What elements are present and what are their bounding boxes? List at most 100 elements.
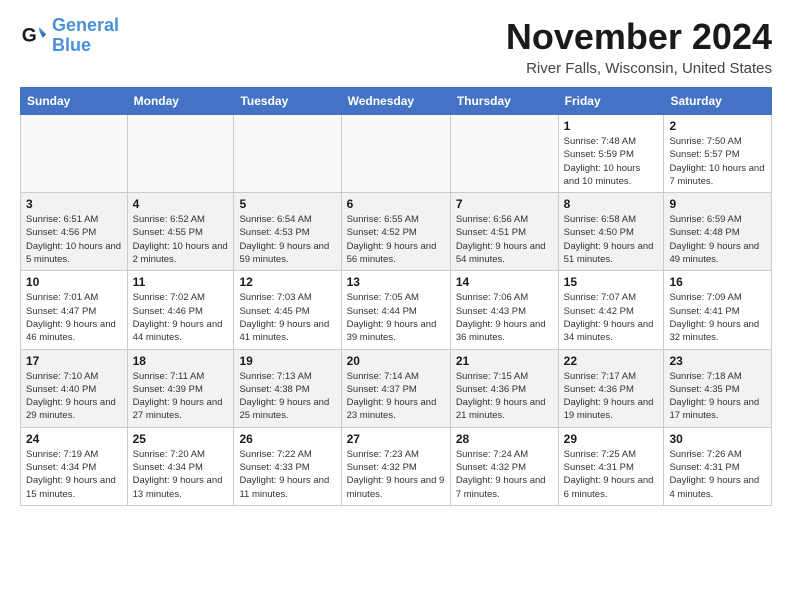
calendar-cell: 26 Sunrise: 7:22 AM Sunset: 4:33 PM Dayli… bbox=[234, 427, 341, 505]
day-number: 17 bbox=[26, 354, 122, 368]
day-info: Sunrise: 7:02 AM Sunset: 4:46 PM Dayligh… bbox=[133, 291, 229, 344]
calendar-cell: 28 Sunrise: 7:24 AM Sunset: 4:32 PM Dayli… bbox=[450, 427, 558, 505]
day-number: 22 bbox=[564, 354, 659, 368]
calendar-cell: 12 Sunrise: 7:03 AM Sunset: 4:45 PM Dayli… bbox=[234, 271, 341, 349]
calendar-cell: 24 Sunrise: 7:19 AM Sunset: 4:34 PM Dayli… bbox=[21, 427, 128, 505]
day-info: Sunrise: 7:18 AM Sunset: 4:35 PM Dayligh… bbox=[669, 370, 766, 423]
location-subtitle: River Falls, Wisconsin, United States bbox=[506, 60, 772, 77]
calendar-week-row: 24 Sunrise: 7:19 AM Sunset: 4:34 PM Dayli… bbox=[21, 427, 772, 505]
weekday-header-monday: Monday bbox=[127, 88, 234, 115]
day-number: 8 bbox=[564, 197, 659, 211]
calendar-cell: 11 Sunrise: 7:02 AM Sunset: 4:46 PM Dayli… bbox=[127, 271, 234, 349]
day-number: 9 bbox=[669, 197, 766, 211]
weekday-header-tuesday: Tuesday bbox=[234, 88, 341, 115]
calendar-week-row: 17 Sunrise: 7:10 AM Sunset: 4:40 PM Dayli… bbox=[21, 349, 772, 427]
calendar-week-row: 1 Sunrise: 7:48 AM Sunset: 5:59 PM Daylig… bbox=[21, 115, 772, 193]
day-info: Sunrise: 7:05 AM Sunset: 4:44 PM Dayligh… bbox=[347, 291, 445, 344]
day-info: Sunrise: 7:50 AM Sunset: 5:57 PM Dayligh… bbox=[669, 135, 766, 188]
day-info: Sunrise: 7:24 AM Sunset: 4:32 PM Dayligh… bbox=[456, 448, 553, 501]
calendar-cell: 13Sunrise: 7:05 AM Sunset: 4:44 PM Dayli… bbox=[341, 271, 450, 349]
calendar-cell: 1 Sunrise: 7:48 AM Sunset: 5:59 PM Daylig… bbox=[558, 115, 664, 193]
weekday-header-row: SundayMondayTuesdayWednesdayThursdayFrid… bbox=[21, 88, 772, 115]
calendar-cell: 14Sunrise: 7:06 AM Sunset: 4:43 PM Dayli… bbox=[450, 271, 558, 349]
calendar-cell: 20 Sunrise: 7:14 AM Sunset: 4:37 PM Dayli… bbox=[341, 349, 450, 427]
day-number: 28 bbox=[456, 432, 553, 446]
day-number: 19 bbox=[239, 354, 335, 368]
day-number: 2 bbox=[669, 119, 766, 133]
day-info: Sunrise: 7:10 AM Sunset: 4:40 PM Dayligh… bbox=[26, 370, 122, 423]
day-number: 25 bbox=[133, 432, 229, 446]
calendar-table: SundayMondayTuesdayWednesdayThursdayFrid… bbox=[20, 87, 772, 506]
calendar-cell: 17 Sunrise: 7:10 AM Sunset: 4:40 PM Dayli… bbox=[21, 349, 128, 427]
day-info: Sunrise: 6:51 AM Sunset: 4:56 PM Dayligh… bbox=[26, 213, 122, 266]
day-number: 6 bbox=[347, 197, 445, 211]
calendar-cell bbox=[234, 115, 341, 193]
day-number: 18 bbox=[133, 354, 229, 368]
day-info: Sunrise: 6:56 AM Sunset: 4:51 PM Dayligh… bbox=[456, 213, 553, 266]
day-number: 4 bbox=[133, 197, 229, 211]
day-info: Sunrise: 7:26 AM Sunset: 4:31 PM Dayligh… bbox=[669, 448, 766, 501]
day-info: Sunrise: 7:19 AM Sunset: 4:34 PM Dayligh… bbox=[26, 448, 122, 501]
calendar-cell bbox=[127, 115, 234, 193]
calendar-week-row: 10Sunrise: 7:01 AM Sunset: 4:47 PM Dayli… bbox=[21, 271, 772, 349]
logo: G General Blue bbox=[20, 16, 119, 56]
day-number: 23 bbox=[669, 354, 766, 368]
day-number: 24 bbox=[26, 432, 122, 446]
calendar-cell: 2 Sunrise: 7:50 AM Sunset: 5:57 PM Daylig… bbox=[664, 115, 772, 193]
day-number: 21 bbox=[456, 354, 553, 368]
day-number: 1 bbox=[564, 119, 659, 133]
weekday-header-sunday: Sunday bbox=[21, 88, 128, 115]
day-info: Sunrise: 7:14 AM Sunset: 4:37 PM Dayligh… bbox=[347, 370, 445, 423]
day-number: 3 bbox=[26, 197, 122, 211]
weekday-header-wednesday: Wednesday bbox=[341, 88, 450, 115]
calendar-cell: 29Sunrise: 7:25 AM Sunset: 4:31 PM Dayli… bbox=[558, 427, 664, 505]
calendar-cell: 7Sunrise: 6:56 AM Sunset: 4:51 PM Daylig… bbox=[450, 193, 558, 271]
calendar-cell: 18 Sunrise: 7:11 AM Sunset: 4:39 PM Dayli… bbox=[127, 349, 234, 427]
day-number: 5 bbox=[239, 197, 335, 211]
calendar-cell: 19 Sunrise: 7:13 AM Sunset: 4:38 PM Dayli… bbox=[234, 349, 341, 427]
weekday-header-saturday: Saturday bbox=[664, 88, 772, 115]
day-number: 27 bbox=[347, 432, 445, 446]
weekday-header-friday: Friday bbox=[558, 88, 664, 115]
day-info: Sunrise: 7:17 AM Sunset: 4:36 PM Dayligh… bbox=[564, 370, 659, 423]
weekday-header-thursday: Thursday bbox=[450, 88, 558, 115]
calendar-week-row: 3 Sunrise: 6:51 AM Sunset: 4:56 PM Daylig… bbox=[21, 193, 772, 271]
calendar-cell: 25 Sunrise: 7:20 AM Sunset: 4:34 PM Dayli… bbox=[127, 427, 234, 505]
day-number: 26 bbox=[239, 432, 335, 446]
day-info: Sunrise: 7:01 AM Sunset: 4:47 PM Dayligh… bbox=[26, 291, 122, 344]
logo-text-line1: General bbox=[52, 16, 119, 36]
calendar-cell: 4Sunrise: 6:52 AM Sunset: 4:55 PM Daylig… bbox=[127, 193, 234, 271]
day-info: Sunrise: 7:20 AM Sunset: 4:34 PM Dayligh… bbox=[133, 448, 229, 501]
day-number: 14 bbox=[456, 275, 553, 289]
calendar-cell: 16 Sunrise: 7:09 AM Sunset: 4:41 PM Dayli… bbox=[664, 271, 772, 349]
calendar-cell: 15Sunrise: 7:07 AM Sunset: 4:42 PM Dayli… bbox=[558, 271, 664, 349]
logo-text-line2: Blue bbox=[52, 36, 119, 56]
day-number: 11 bbox=[133, 275, 229, 289]
day-info: Sunrise: 7:09 AM Sunset: 4:41 PM Dayligh… bbox=[669, 291, 766, 344]
day-info: Sunrise: 7:22 AM Sunset: 4:33 PM Dayligh… bbox=[239, 448, 335, 501]
logo-icon: G bbox=[20, 22, 48, 50]
day-number: 12 bbox=[239, 275, 335, 289]
day-info: Sunrise: 7:13 AM Sunset: 4:38 PM Dayligh… bbox=[239, 370, 335, 423]
calendar-cell bbox=[21, 115, 128, 193]
day-number: 20 bbox=[347, 354, 445, 368]
day-number: 29 bbox=[564, 432, 659, 446]
day-number: 15 bbox=[564, 275, 659, 289]
day-info: Sunrise: 6:55 AM Sunset: 4:52 PM Dayligh… bbox=[347, 213, 445, 266]
day-info: Sunrise: 7:23 AM Sunset: 4:32 PM Dayligh… bbox=[347, 448, 445, 501]
day-info: Sunrise: 7:11 AM Sunset: 4:39 PM Dayligh… bbox=[133, 370, 229, 423]
calendar-cell bbox=[341, 115, 450, 193]
day-number: 30 bbox=[669, 432, 766, 446]
calendar-cell: 23 Sunrise: 7:18 AM Sunset: 4:35 PM Dayli… bbox=[664, 349, 772, 427]
month-title: November 2024 bbox=[506, 16, 772, 58]
calendar-cell: 27 Sunrise: 7:23 AM Sunset: 4:32 PM Dayli… bbox=[341, 427, 450, 505]
day-info: Sunrise: 7:48 AM Sunset: 5:59 PM Dayligh… bbox=[564, 135, 659, 188]
day-info: Sunrise: 7:15 AM Sunset: 4:36 PM Dayligh… bbox=[456, 370, 553, 423]
page-header: G General Blue November 2024 River Falls… bbox=[20, 16, 772, 77]
title-section: November 2024 River Falls, Wisconsin, Un… bbox=[506, 16, 772, 77]
calendar-cell: 8Sunrise: 6:58 AM Sunset: 4:50 PM Daylig… bbox=[558, 193, 664, 271]
day-number: 16 bbox=[669, 275, 766, 289]
day-info: Sunrise: 6:54 AM Sunset: 4:53 PM Dayligh… bbox=[239, 213, 335, 266]
svg-text:G: G bbox=[22, 25, 37, 46]
day-info: Sunrise: 7:03 AM Sunset: 4:45 PM Dayligh… bbox=[239, 291, 335, 344]
